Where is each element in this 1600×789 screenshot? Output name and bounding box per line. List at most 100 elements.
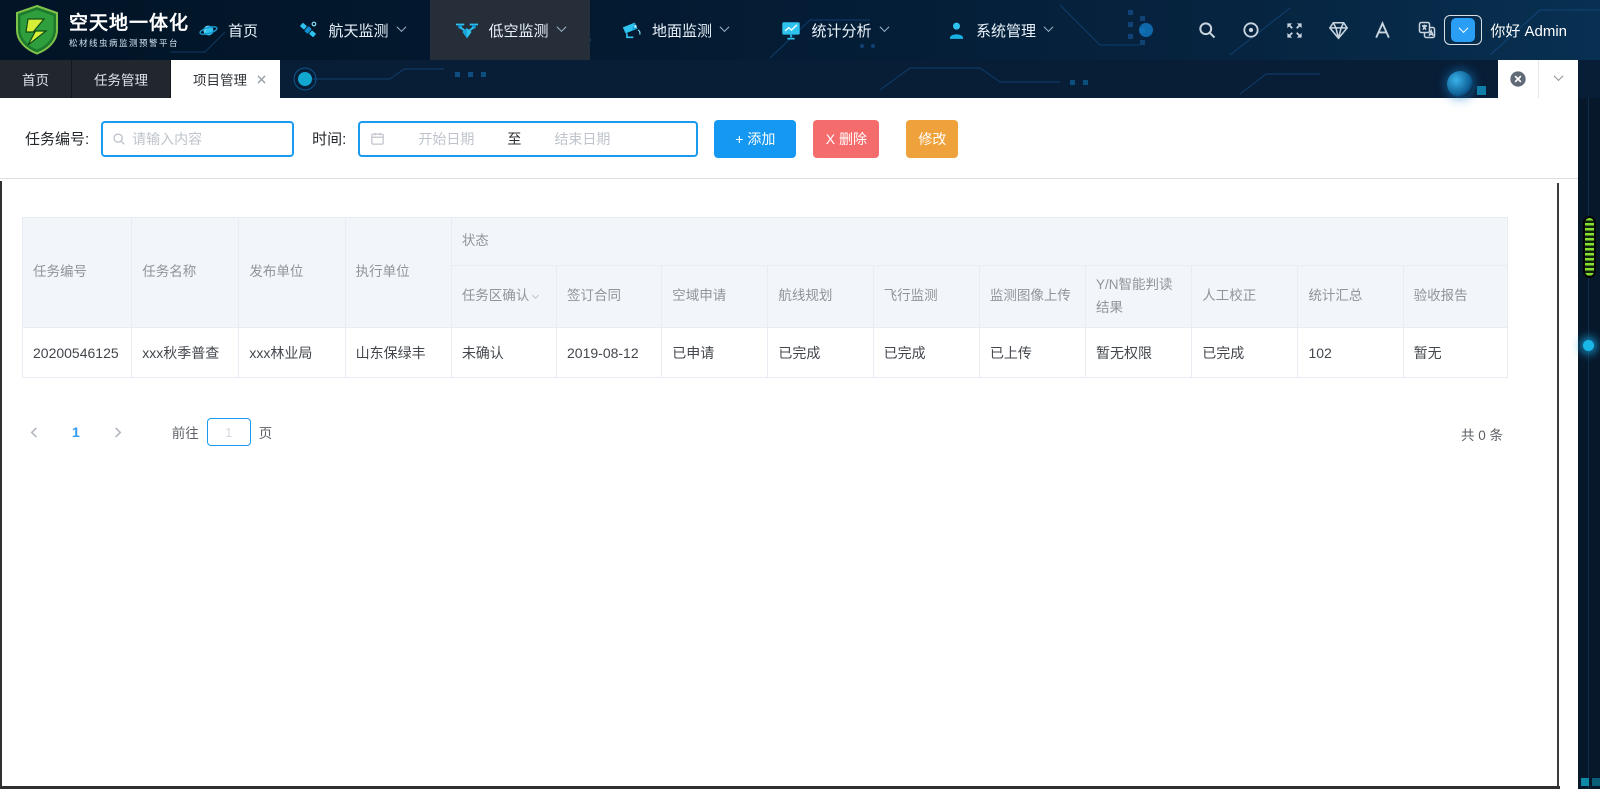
- total-count: 共 0 条: [1461, 424, 1503, 444]
- section-divider: [0, 178, 1578, 179]
- fullscreen-icon[interactable]: [1284, 20, 1305, 41]
- end-date-input[interactable]: [523, 131, 641, 147]
- task-no-input-box: [101, 121, 294, 157]
- square-decor: [1477, 86, 1486, 95]
- chevron-down-icon: [1044, 22, 1054, 32]
- goto-page-label: 前往: [172, 422, 199, 442]
- user-icon: [946, 20, 967, 41]
- planet-icon: [198, 20, 219, 41]
- nav-item-label: 地面监测: [652, 20, 712, 41]
- col-group-status: 状态: [451, 218, 1507, 266]
- edit-button[interactable]: 修改: [906, 120, 958, 158]
- col-header-executor: 执行单位: [345, 218, 451, 328]
- chevron-down-icon: [396, 22, 406, 32]
- tab-label: 项目管理: [193, 69, 247, 89]
- col-header-task-name: 任务名称: [132, 218, 239, 328]
- delete-button[interactable]: X 删除: [813, 120, 879, 158]
- add-button[interactable]: + 添加: [714, 120, 796, 158]
- page-number-current[interactable]: 1: [72, 424, 80, 440]
- col-header-yn-ai-result: Y/N智能判读结果: [1086, 266, 1192, 328]
- chevron-down-icon: [879, 22, 889, 32]
- main-content: 任务编号: 时间: 至 + 添加 X 删除 修改: [0, 98, 1578, 789]
- cell-task-no: 20200546125: [23, 328, 132, 378]
- tab-bar: 首页 任务管理 项目管理: [0, 60, 1600, 98]
- cell-route-plan: 已完成: [768, 328, 873, 378]
- nav-item-low-altitude-monitoring[interactable]: 低空监测: [430, 0, 590, 60]
- cell-airspace: 已申请: [662, 328, 768, 378]
- brand[interactable]: 空天地一体化 松材线虫病监测预警平台: [14, 5, 189, 55]
- nav-item-label: 统计分析: [811, 20, 871, 41]
- font-size-icon[interactable]: [1372, 20, 1393, 41]
- tab-project-management[interactable]: 项目管理: [171, 60, 280, 98]
- square-decor: [1581, 778, 1589, 786]
- tab-home[interactable]: 首页: [0, 60, 72, 98]
- tab-actions-box: [1498, 60, 1578, 98]
- prev-page-button[interactable]: [22, 418, 46, 446]
- chevron-down-icon: [556, 22, 566, 32]
- navbar-tools: [1196, 0, 1437, 60]
- diamond-icon[interactable]: [1328, 20, 1349, 41]
- caret-down-icon: [532, 292, 539, 299]
- col-header-airspace: 空域申请: [662, 266, 768, 328]
- start-date-input[interactable]: [387, 131, 505, 147]
- brand-text: 空天地一体化 松材线虫病监测预警平台: [69, 11, 189, 49]
- task-no-label: 任务编号:: [25, 128, 89, 149]
- app-logo-shield-icon: [14, 5, 60, 55]
- goto-page-input[interactable]: [207, 418, 251, 446]
- open-tabs: 首页 任务管理 项目管理: [0, 60, 280, 98]
- circuit-trace-decor: [1588, 60, 1589, 789]
- search-icon: [112, 132, 126, 146]
- nav-item-ground-monitoring[interactable]: 地面监测: [608, 0, 740, 60]
- user-greeting: 你好 Admin: [1490, 0, 1567, 60]
- close-icon[interactable]: [257, 75, 266, 84]
- avatar-dropdown-button[interactable]: [1444, 15, 1482, 45]
- tab-menu-chevron-icon[interactable]: [1538, 60, 1579, 98]
- tab-task-management[interactable]: 任务管理: [72, 60, 171, 98]
- pagination: 1 前往 页 共 0 条: [22, 418, 1556, 446]
- close-all-tabs-icon[interactable]: [1498, 60, 1538, 98]
- table-row[interactable]: 20200546125 xxx秋季普查 xxx林业局 山东保绿丰 未确认 201…: [23, 328, 1508, 378]
- task-no-input[interactable]: [132, 131, 292, 147]
- nav-item-label: 首页: [228, 20, 258, 41]
- tasks-table-wrap: 任务编号 任务名称 发布单位 执行单位 状态 任务区确认 签订合同 空域申请 航…: [22, 217, 1508, 378]
- cctv-camera-icon: [620, 19, 643, 41]
- cell-publisher: xxx林业局: [239, 328, 345, 378]
- cell-task-area-confirm: 未确认: [451, 328, 556, 378]
- nav-item-label: 系统管理: [976, 20, 1036, 41]
- col-header-contract: 签订合同: [557, 266, 662, 328]
- nav-item-home[interactable]: 首页: [188, 0, 268, 60]
- tasks-table: 任务编号 任务名称 发布单位 执行单位 状态 任务区确认 签订合同 空域申请 航…: [22, 217, 1508, 378]
- cell-acceptance-report: 暂无: [1403, 328, 1507, 378]
- app-subtitle: 松材线虫病监测预警平台: [69, 37, 189, 49]
- time-label: 时间:: [312, 128, 346, 149]
- tab-label: 任务管理: [94, 69, 148, 89]
- target-icon[interactable]: [1240, 20, 1261, 41]
- goto-page-suffix: 页: [259, 422, 273, 442]
- left-scrollbar[interactable]: [0, 181, 2, 789]
- cell-stats-summary: 102: [1298, 328, 1403, 378]
- col-header-stats-summary: 统计汇总: [1298, 266, 1403, 328]
- nav-item-system-management[interactable]: 系统管理: [933, 0, 1065, 60]
- nav-item-space-monitoring[interactable]: 航天监测: [285, 0, 417, 60]
- top-navbar: 空天地一体化 松材线虫病监测预警平台 首页 航天监测: [0, 0, 1600, 60]
- col-header-flight-monitor: 飞行监测: [873, 266, 979, 328]
- col-header-task-area-confirm[interactable]: 任务区确认: [451, 266, 556, 328]
- right-background-band: [1578, 60, 1600, 789]
- translate-icon[interactable]: [1416, 20, 1437, 41]
- col-header-acceptance-report: 验收报告: [1403, 266, 1507, 328]
- nav-item-label: 航天监测: [328, 20, 388, 41]
- cell-image-upload: 已上传: [979, 328, 1085, 378]
- scrollbar-thumb-indicator[interactable]: [1583, 216, 1596, 278]
- col-header-publisher: 发布单位: [239, 218, 345, 328]
- search-icon[interactable]: [1196, 20, 1217, 41]
- date-range-picker: 至: [358, 121, 698, 157]
- next-page-button[interactable]: [106, 418, 130, 446]
- monitor-chart-icon: [780, 19, 802, 41]
- glow-dot-decor: [1447, 71, 1473, 97]
- drone-icon: [455, 19, 479, 41]
- chevron-down-icon: [1458, 23, 1468, 33]
- nav-item-statistics-analysis[interactable]: 统计分析: [768, 0, 900, 60]
- chevron-down-icon: [720, 22, 730, 32]
- app-window: 空天地一体化 松材线虫病监测预警平台 首页 航天监测: [0, 0, 1600, 789]
- cell-flight-monitor: 已完成: [873, 328, 979, 378]
